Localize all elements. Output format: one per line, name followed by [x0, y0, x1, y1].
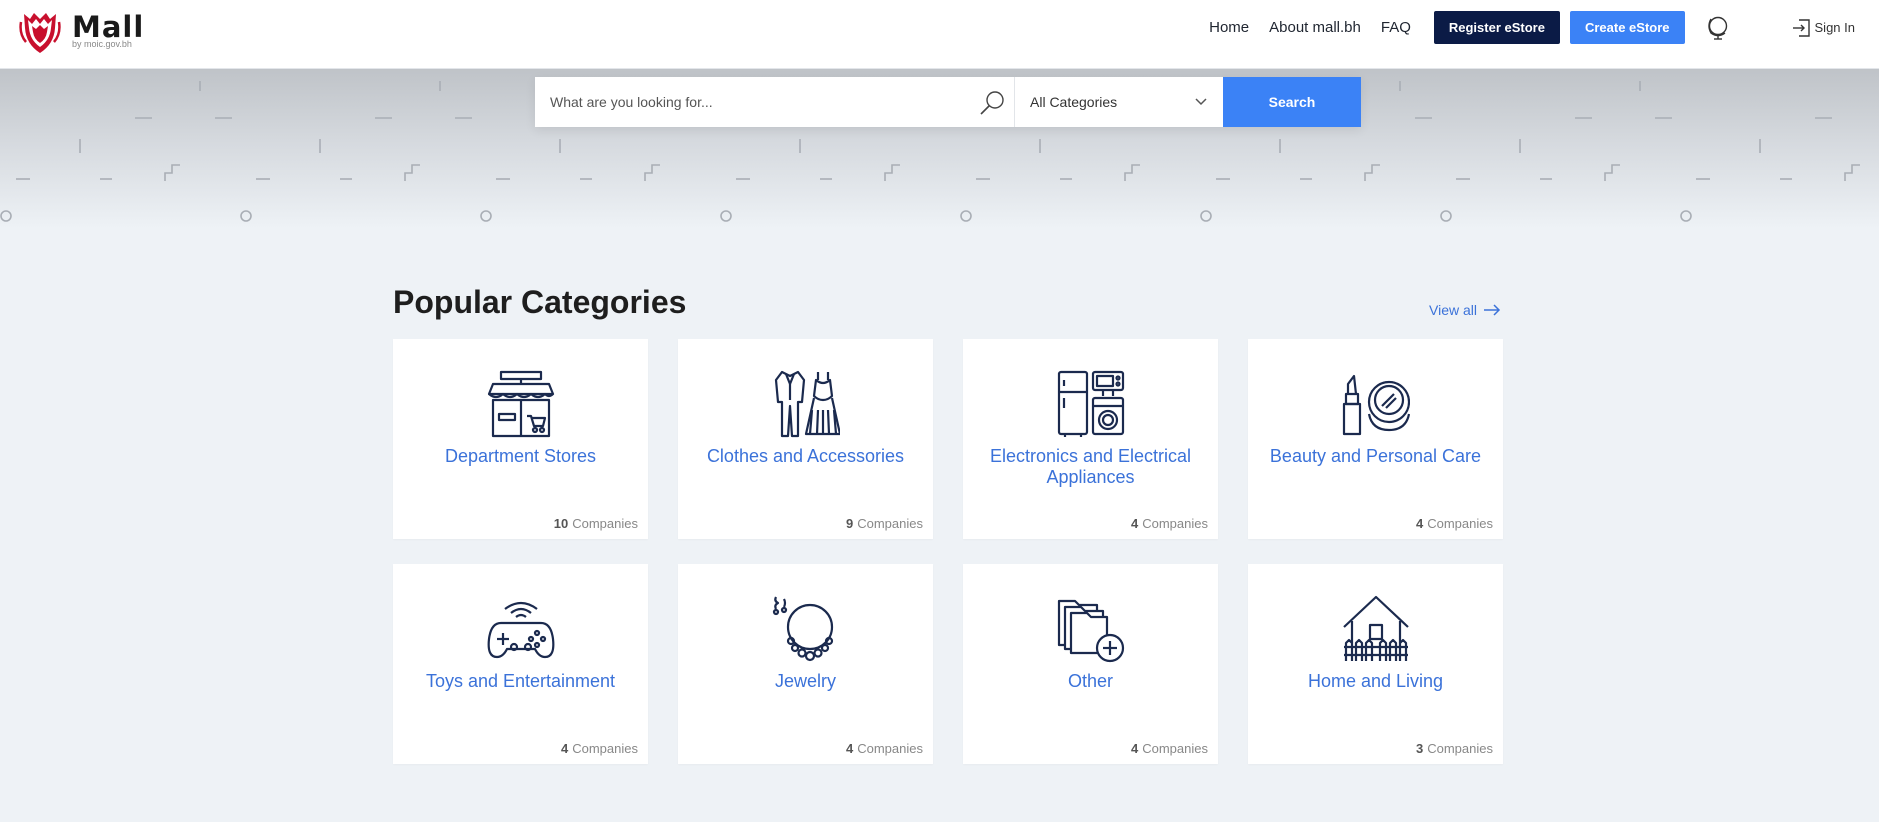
nav-about[interactable]: About mall.bh	[1269, 19, 1361, 36]
sign-in-link[interactable]: Sign In	[1791, 17, 1855, 39]
brand-title: Mall	[72, 10, 145, 44]
category-name: Beauty and Personal Care	[1269, 446, 1482, 466]
category-name: Department Stores	[444, 446, 597, 466]
sign-in-icon	[1792, 18, 1810, 37]
category-card[interactable]: Jewelry 4 Companies	[678, 564, 933, 764]
category-card[interactable]: Toys and Entertainment 4 Companies	[393, 564, 648, 764]
bahrain-emblem-icon	[19, 13, 61, 53]
category-name: Toys and Entertainment	[425, 671, 616, 691]
category-card[interactable]: Other 4 Companies	[963, 564, 1218, 764]
category-name: Other	[1067, 671, 1114, 691]
category-card[interactable]: Beauty and Personal Care 4 Companies	[1248, 339, 1503, 539]
category-name: Electronics and Electrical Appliances	[989, 446, 1192, 487]
clothes-icon	[774, 370, 840, 438]
language-globe-icon[interactable]	[1705, 15, 1731, 41]
category-card[interactable]: Clothes and Accessories 9 Companies	[678, 339, 933, 539]
sign-in-label: Sign In	[1814, 20, 1855, 35]
section-title: Popular Categories	[393, 284, 687, 320]
company-count: 4 Companies	[561, 741, 638, 756]
company-count: 4 Companies	[846, 741, 923, 756]
category-select[interactable]: All Categories	[1015, 77, 1223, 127]
folder-add-icon	[1057, 599, 1124, 663]
search-button[interactable]: Search	[1223, 77, 1361, 127]
category-name: Home and Living	[1307, 671, 1444, 691]
company-count: 4 Companies	[1416, 516, 1493, 531]
search-bar: All Categories Search	[535, 77, 1361, 127]
search-input[interactable]	[535, 77, 1014, 127]
logo[interactable]: Mall by moic.gov.bh	[18, 10, 144, 56]
company-count: 10 Companies	[553, 516, 638, 531]
search-icon[interactable]	[978, 89, 1006, 117]
company-count: 3 Companies	[1416, 741, 1493, 756]
category-card[interactable]: Home and Living 3 Companies	[1248, 564, 1503, 764]
appliances-icon	[1057, 370, 1124, 437]
view-all-link[interactable]: View all	[1429, 302, 1501, 318]
header: Mall by moic.gov.bh Home About mall.bh F…	[0, 0, 1879, 69]
nav-home[interactable]: Home	[1209, 19, 1249, 36]
department-store-icon	[487, 370, 554, 438]
category-card[interactable]: Electronics and Electrical Appliances 4C…	[963, 339, 1218, 539]
nav-faq[interactable]: FAQ	[1381, 19, 1411, 36]
cosmetics-icon	[1342, 374, 1410, 436]
company-count: 4 Companies	[1131, 741, 1208, 756]
chevron-down-icon	[1195, 98, 1207, 106]
category-select-value: All Categories	[1030, 94, 1118, 110]
gamepad-icon	[487, 601, 554, 659]
company-count: 9 Companies	[846, 516, 923, 531]
category-name: Clothes and Accessories	[706, 446, 905, 466]
company-count: 4 Companies	[1131, 516, 1208, 531]
category-name: Jewelry	[774, 671, 836, 691]
main-nav: Home About mall.bh FAQ Register eStore C…	[1209, 11, 1855, 44]
category-card[interactable]: Department Stores 10 Companies	[393, 339, 648, 539]
necklace-icon	[772, 596, 833, 662]
category-grid: Department Stores 10 Companies Clothes an…	[393, 339, 1503, 764]
arrow-right-icon	[1484, 304, 1501, 316]
view-all-label: View all	[1429, 302, 1477, 318]
house-icon	[1342, 595, 1409, 661]
create-estore-button[interactable]: Create eStore	[1569, 11, 1685, 44]
register-estore-button[interactable]: Register eStore	[1433, 11, 1560, 44]
